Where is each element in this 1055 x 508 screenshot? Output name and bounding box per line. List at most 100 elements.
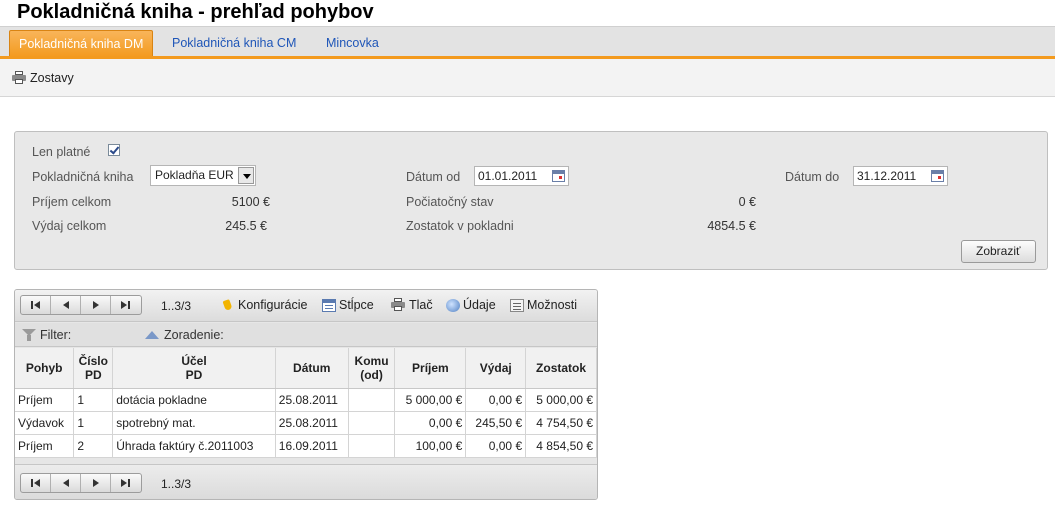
filter-label[interactable]: Filter: — [40, 328, 71, 342]
configurations-label: Konfigurácie — [238, 298, 308, 312]
prev-page-button[interactable] — [51, 474, 81, 492]
footer-pager — [20, 473, 142, 493]
cell-prijem: 5 000,00 € — [394, 388, 467, 412]
column-header-komu[interactable]: Komu (od) — [348, 348, 396, 389]
columns-icon — [322, 298, 336, 312]
column-header-cislo-line2: PD — [84, 367, 102, 382]
sort-label[interactable]: Zoradenie: — [164, 328, 224, 342]
first-page-button[interactable] — [21, 296, 51, 314]
filter-icon[interactable] — [22, 329, 36, 342]
cell-ucel: spotrebný mat. — [112, 411, 276, 435]
cell-datum: 25.08.2011 — [275, 411, 349, 435]
last-page-button[interactable] — [111, 296, 141, 314]
date-to-value: 31.12.2011 — [857, 169, 917, 183]
printer-icon — [11, 71, 27, 85]
columns-button[interactable]: Stĺpce — [322, 298, 374, 312]
calendar-icon[interactable] — [552, 170, 565, 182]
print-button[interactable]: Tlač — [390, 298, 433, 312]
cell-cislo: 1 — [73, 411, 114, 435]
calendar-icon[interactable] — [931, 170, 944, 182]
cell-komu — [348, 434, 396, 458]
cell-komu — [348, 388, 396, 412]
prev-page-button[interactable] — [51, 296, 81, 314]
next-page-button[interactable] — [81, 474, 111, 492]
cell-prijem: 100,00 € — [394, 434, 467, 458]
show-button[interactable]: Zobraziť — [961, 240, 1036, 263]
cashbook-label: Pokladničná kniha — [32, 170, 134, 184]
sort-icon[interactable] — [145, 331, 159, 339]
cashbook-select[interactable]: Pokladňa EUR — [150, 165, 256, 186]
date-from-value: 01.01.2011 — [478, 169, 538, 183]
date-to-label: Dátum do — [785, 170, 840, 184]
column-header-vydaj[interactable]: Výdaj — [465, 348, 527, 389]
options-label: Možnosti — [527, 298, 578, 312]
cell-prijem: 0,00 € — [394, 411, 467, 435]
last-page-button[interactable] — [111, 474, 141, 492]
globe-icon — [446, 298, 460, 312]
columns-label: Stĺpce — [339, 298, 374, 312]
balance-label: Zostatok v pokladni — [406, 219, 514, 233]
balance-value: 4854.5 € — [707, 219, 756, 233]
column-header-datum[interactable]: Dátum — [275, 348, 349, 389]
cell-cislo: 2 — [73, 434, 114, 458]
table-row[interactable]: Výdavok 1 spotrebný mat. 25.08.2011 0,00… — [15, 411, 597, 435]
tab-mincovka[interactable]: Mincovka — [317, 30, 388, 57]
first-page-button[interactable] — [21, 474, 51, 492]
cell-vydaj: 0,00 € — [465, 388, 527, 412]
data-label: Údaje — [463, 298, 496, 312]
column-header-ucel-pd[interactable]: Účel PD — [112, 348, 276, 389]
data-button[interactable]: Údaje — [446, 298, 496, 312]
table-row[interactable]: Príjem 1 dotácia pokladne 25.08.2011 5 0… — [15, 388, 597, 412]
income-total-label: Príjem celkom — [32, 195, 112, 209]
grid-footer: 1..3/3 — [15, 464, 597, 499]
filter-panel: Len platné Pokladničná kniha Pokladňa EU… — [14, 131, 1048, 270]
cell-ucel: Úhrada faktúry č.2011003 — [112, 434, 276, 458]
date-to-input[interactable]: 31.12.2011 — [853, 166, 948, 186]
reports-label: Zostavy — [30, 71, 74, 85]
footer-pager-info: 1..3/3 — [161, 477, 192, 491]
print-label: Tlač — [409, 298, 433, 312]
column-header-komu-line2: (od) — [360, 367, 383, 382]
cell-zostatok: 4 854,50 € — [525, 434, 597, 458]
column-header-ucel-line2: PD — [185, 367, 203, 382]
column-header-cislo-line1: Číslo — [78, 353, 108, 368]
expense-total-value: 245.5 € — [225, 219, 267, 233]
cell-pohyb: Príjem — [15, 388, 75, 412]
cell-ucel: dotácia pokladne — [112, 388, 276, 412]
options-icon — [510, 298, 524, 312]
cell-komu — [348, 411, 396, 435]
column-header-komu-line1: Komu — [354, 353, 389, 368]
column-header-zostatok[interactable]: Zostatok — [525, 348, 597, 389]
expense-total-label: Výdaj celkom — [32, 219, 107, 233]
cell-vydaj: 245,50 € — [465, 411, 527, 435]
table-row[interactable]: Príjem 2 Úhrada faktúry č.2011003 16.09.… — [15, 434, 597, 458]
column-header-cislo-pd[interactable]: Číslo PD — [73, 348, 114, 389]
income-total-value: 5100 € — [231, 195, 270, 209]
only-valid-checkbox[interactable] — [108, 144, 120, 156]
cell-datum: 25.08.2011 — [275, 388, 349, 412]
cell-zostatok: 5 000,00 € — [525, 388, 597, 412]
reports-button[interactable]: Zostavy — [11, 71, 74, 85]
pager — [20, 295, 142, 315]
cell-pohyb: Príjem — [15, 434, 75, 458]
cashbook-select-value: Pokladňa EUR — [155, 168, 234, 182]
tab-pokladnicna-kniha-cm[interactable]: Pokladničná kniha CM — [163, 30, 305, 57]
tab-bar: Pokladničná kniha DM Pokladničná kniha C… — [0, 26, 1055, 57]
page-title: Pokladničná kniha - prehľad pohybov — [17, 1, 374, 23]
data-grid: 1..3/3 Konfigurácie Stĺpce Tlač Údaje Mo… — [14, 289, 598, 500]
options-button[interactable]: Možnosti — [510, 298, 577, 312]
next-page-button[interactable] — [81, 296, 111, 314]
cell-datum: 16.09.2011 — [275, 434, 349, 458]
cell-cislo: 1 — [73, 388, 114, 412]
date-from-input[interactable]: 01.01.2011 — [474, 166, 569, 186]
pager-info: 1..3/3 — [161, 299, 192, 313]
configurations-button[interactable]: Konfigurácie — [221, 298, 308, 312]
tab-pokladnicna-kniha-dm[interactable]: Pokladničná kniha DM — [9, 30, 154, 57]
column-header-pohyb[interactable]: Pohyb — [15, 348, 75, 389]
grid-toolbar: 1..3/3 Konfigurácie Stĺpce Tlač Údaje Mo… — [15, 290, 597, 322]
grid-filter-row: Filter: Zoradenie: — [15, 323, 597, 347]
initial-state-value: 0 € — [738, 195, 756, 209]
column-header-prijem[interactable]: Príjem — [394, 348, 467, 389]
initial-state-label: Počiatočný stav — [406, 195, 494, 209]
table-header-row: Pohyb Číslo PD Účel PD Dátum Komu (od) P… — [15, 348, 597, 389]
